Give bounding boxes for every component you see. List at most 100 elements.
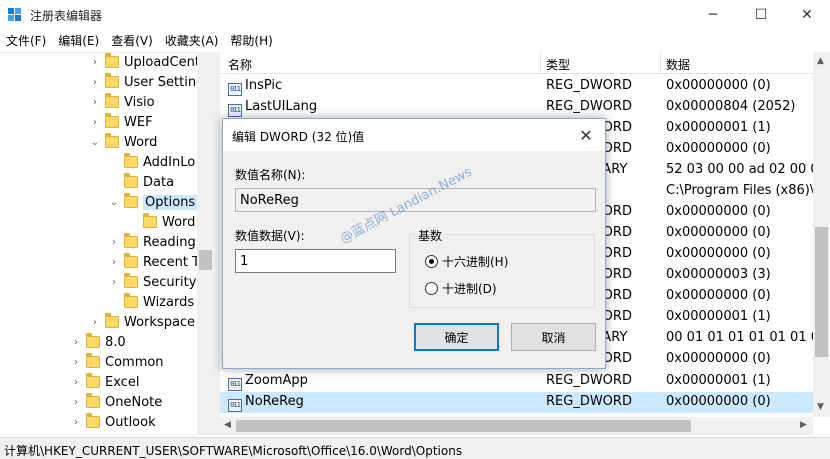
folder-icon bbox=[124, 293, 138, 308]
chevron-right-icon[interactable]: › bbox=[70, 397, 82, 408]
chevron-right-icon[interactable]: › bbox=[108, 257, 120, 268]
list-horizontal-scrollbar-thumb[interactable] bbox=[236, 420, 691, 432]
minimize-button[interactable]: ─ bbox=[690, 0, 736, 30]
value-name-cell: 011 ZoomApp bbox=[228, 373, 538, 391]
ok-button[interactable]: 确定 bbox=[414, 323, 499, 351]
column-header-type[interactable]: 类型 bbox=[546, 56, 570, 73]
value-data-cell: 0x00000001 (1) bbox=[666, 120, 771, 135]
list-row[interactable]: 011 NoReReg REG_DWORD 0x00000000 (0) bbox=[220, 392, 813, 413]
tree-item[interactable]: › 8.0 bbox=[70, 332, 126, 352]
radio-hexadecimal[interactable]: 十六进制(H) bbox=[425, 253, 508, 270]
column-header-data[interactable]: 数据 bbox=[666, 56, 690, 73]
value-type-cell: REG_DWORD bbox=[546, 373, 632, 388]
scroll-left-icon[interactable]: ◀ bbox=[224, 420, 231, 430]
value-data-cell: 0x00000000 (0) bbox=[666, 141, 771, 156]
key-tree[interactable]: › UploadCent › User Setting › Visio › WEF ⌄ Word A… bbox=[0, 52, 214, 435]
tree-item[interactable]: › Recent T bbox=[108, 252, 200, 272]
list-vertical-scrollbar[interactable]: ▲ ▼ bbox=[813, 52, 830, 417]
value-name-cell: 011 LastUILang bbox=[228, 99, 538, 117]
tree-item-label: 8.0 bbox=[105, 334, 126, 350]
chevron-right-icon[interactable]: › bbox=[89, 117, 101, 128]
menu-help[interactable]: 帮助(H) bbox=[224, 30, 278, 50]
tree-item[interactable]: ⌄ Options bbox=[108, 192, 198, 212]
chevron-right-icon[interactable]: › bbox=[70, 337, 82, 348]
chevron-right-icon[interactable]: › bbox=[108, 237, 120, 248]
chevron-right-icon[interactable]: › bbox=[89, 57, 101, 68]
chevron-right-icon[interactable]: › bbox=[89, 97, 101, 108]
chevron-right-icon[interactable]: › bbox=[89, 77, 101, 88]
value-name-text: InsPic bbox=[245, 78, 283, 93]
dword-value-icon: 011 bbox=[228, 399, 242, 412]
tree-item[interactable]: › OneNote bbox=[70, 392, 162, 412]
tree-item[interactable]: AddInLo bbox=[108, 152, 195, 172]
tree-item[interactable]: Wizards bbox=[108, 292, 194, 312]
column-separator[interactable] bbox=[660, 52, 661, 74]
status-path: 计算机\HKEY_CURRENT_USER\SOFTWARE\Microsoft… bbox=[4, 444, 463, 458]
list-horizontal-scrollbar[interactable]: ◀ ▶ bbox=[220, 417, 813, 435]
dword-value-icon: 011 bbox=[228, 83, 242, 96]
scroll-right-icon[interactable]: ▶ bbox=[800, 420, 807, 430]
scroll-up-icon[interactable]: ▲ bbox=[817, 56, 824, 66]
list-row[interactable]: 011 ZoomApp REG_DWORD 0x00000001 (1) bbox=[220, 371, 813, 392]
chevron-right-icon[interactable]: › bbox=[70, 357, 82, 368]
value-data-cell: 0x00000804 (2052) bbox=[666, 99, 796, 114]
column-header-name[interactable]: 名称 bbox=[228, 56, 252, 73]
tree-item[interactable]: › Outlook bbox=[70, 412, 156, 432]
scroll-down-icon[interactable]: ▼ bbox=[817, 402, 824, 412]
value-data-cell: C:\Program Files (x86)\M bbox=[666, 183, 813, 198]
chevron-down-icon[interactable]: ⌄ bbox=[108, 197, 120, 208]
tree-item[interactable]: › Visio bbox=[89, 92, 155, 112]
menu-edit[interactable]: 编辑(E) bbox=[52, 30, 105, 50]
folder-icon bbox=[105, 73, 119, 88]
tree-item[interactable]: Data bbox=[108, 172, 174, 192]
value-data-field[interactable]: 1 bbox=[235, 249, 396, 273]
tree-item[interactable]: › Workspace bbox=[89, 312, 195, 332]
tree-scrollbar-thumb[interactable] bbox=[199, 250, 212, 270]
tree-item[interactable]: › WEF bbox=[89, 112, 153, 132]
tree-item[interactable]: Word bbox=[127, 212, 195, 232]
menu-file[interactable]: 文件(F) bbox=[0, 30, 52, 50]
column-separator[interactable] bbox=[540, 52, 541, 74]
tree-item-label: Reading bbox=[143, 234, 196, 250]
menu-bar: 文件(F) 编辑(E) 查看(V) 收藏夹(A) 帮助(H) bbox=[0, 30, 830, 50]
list-row[interactable]: 011 InsPic REG_DWORD 0x00000000 (0) bbox=[220, 76, 813, 97]
dialog-close-button[interactable]: ✕ bbox=[567, 119, 605, 151]
radio-hex-dot[interactable] bbox=[425, 255, 438, 268]
folder-icon bbox=[124, 193, 138, 208]
tree-item[interactable]: › Reading bbox=[108, 232, 196, 252]
value-data-cell: 0x00000000 (0) bbox=[666, 288, 771, 303]
chevron-right-icon[interactable]: › bbox=[70, 377, 82, 388]
radio-decimal[interactable]: 十进制(D) bbox=[425, 280, 497, 297]
tree-item[interactable]: › Security bbox=[108, 272, 196, 292]
tree-item[interactable]: ⌄ Word bbox=[89, 132, 157, 152]
radio-dec-dot[interactable] bbox=[425, 282, 438, 295]
cancel-button[interactable]: 取消 bbox=[511, 323, 596, 351]
tree-item[interactable]: › User Setting bbox=[89, 72, 204, 92]
list-header: 名称 类型 数据 bbox=[220, 52, 813, 74]
menu-favorites[interactable]: 收藏夹(A) bbox=[159, 30, 225, 50]
list-row[interactable]: 011 LastUILang REG_DWORD 0x00000804 (2052) bbox=[220, 97, 813, 118]
value-data-label: 数值数据(V): bbox=[235, 229, 305, 243]
base-label: 基数 bbox=[415, 227, 446, 244]
chevron-right-icon[interactable]: › bbox=[70, 417, 82, 428]
chevron-down-icon[interactable]: ⌄ bbox=[89, 137, 101, 148]
tree-item-label: Word bbox=[124, 134, 158, 150]
value-data-cell: 0x00000000 (0) bbox=[666, 394, 771, 409]
tree-item[interactable]: › Excel bbox=[70, 372, 139, 392]
list-vertical-scrollbar-thumb[interactable] bbox=[815, 227, 828, 357]
tree-scrollbar[interactable] bbox=[197, 52, 214, 435]
edit-dword-dialog: 编辑 DWORD (32 位)值 ✕ 数值名称(N): NoReReg 数值数据… bbox=[222, 118, 606, 369]
folder-icon bbox=[124, 173, 138, 188]
dword-value-icon: 011 bbox=[228, 378, 242, 391]
folder-icon bbox=[105, 113, 119, 128]
maximize-button[interactable]: ☐ bbox=[738, 0, 784, 30]
tree-item-label: WEF bbox=[124, 114, 153, 130]
value-data-cell: 0x00000000 (0) bbox=[666, 204, 771, 219]
menu-view[interactable]: 查看(V) bbox=[105, 30, 159, 50]
chevron-right-icon[interactable]: › bbox=[89, 317, 101, 328]
chevron-right-icon[interactable]: › bbox=[108, 277, 120, 288]
close-button[interactable]: ✕ bbox=[784, 0, 830, 30]
tree-item[interactable]: › Common bbox=[70, 352, 164, 372]
tree-item-label: Data bbox=[143, 174, 175, 190]
tree-item[interactable]: › UploadCent bbox=[89, 53, 200, 72]
